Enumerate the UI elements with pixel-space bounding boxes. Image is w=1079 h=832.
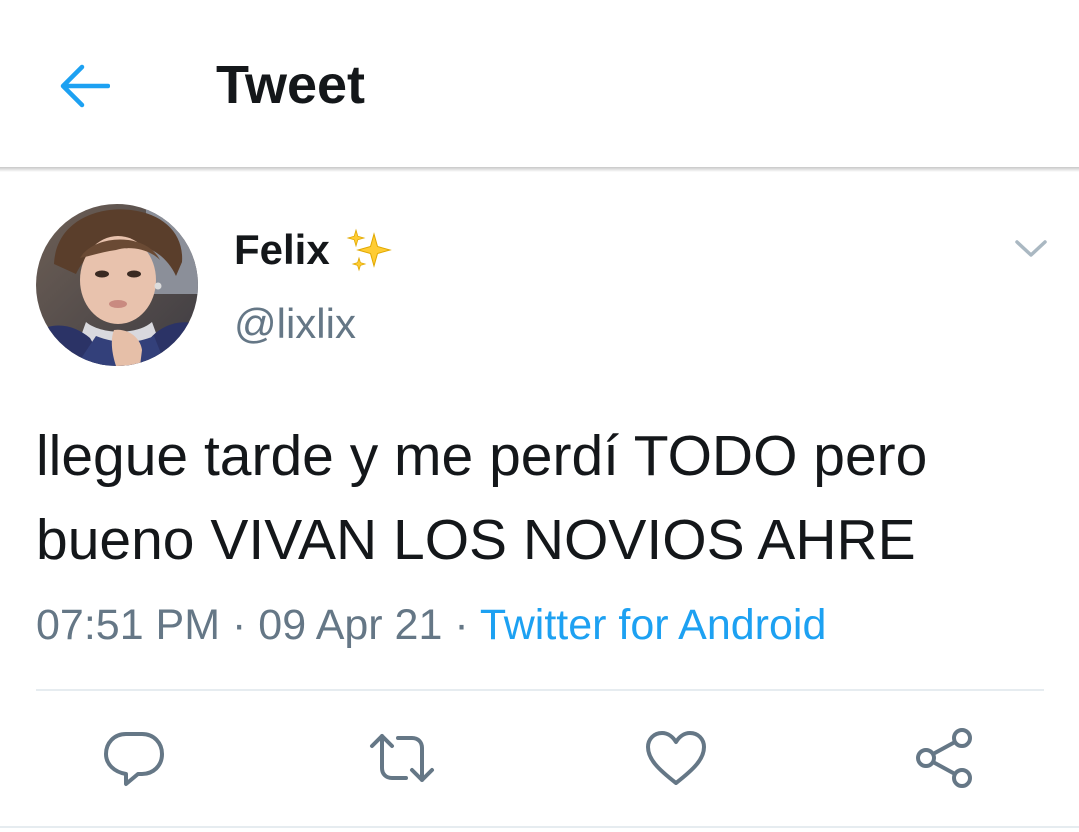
like-button[interactable]: [640, 722, 712, 794]
tweet-text-line-2: bueno VIVAN LOS NOVIOS AHRE: [36, 508, 916, 572]
like-icon: [646, 731, 706, 785]
tweet-action-bar: [0, 722, 1079, 796]
reply-icon: [104, 732, 164, 786]
back-button[interactable]: [52, 56, 116, 116]
avatar-photo: [36, 204, 198, 366]
meta-separator: ·: [232, 601, 247, 649]
share-icon: [916, 728, 972, 788]
tweet-source-link[interactable]: Twitter for Android: [480, 601, 827, 649]
avatar[interactable]: [36, 204, 198, 366]
retweet-button[interactable]: [366, 722, 438, 794]
share-button[interactable]: [908, 722, 980, 794]
tweet-time: 07:51 PM: [36, 601, 221, 649]
retweet-icon: [370, 734, 434, 782]
sparkles-icon: [346, 228, 392, 272]
top-app-bar: Tweet: [0, 0, 1079, 168]
divider: [36, 689, 1044, 691]
author-handle[interactable]: @lixlix: [234, 296, 356, 352]
meta-separator: ·: [454, 601, 469, 649]
page-title: Tweet: [216, 55, 366, 115]
chevron-down-icon: [1015, 240, 1047, 257]
tweet-date: 09 Apr 21: [258, 601, 443, 649]
author-display-name[interactable]: Felix: [234, 224, 330, 276]
arrow-left-icon: [60, 64, 110, 108]
bottom-divider: [0, 826, 1079, 828]
tweet-menu-button[interactable]: [1006, 226, 1056, 272]
tweet-text-line-1: llegue tarde y me perdí TODO pero: [36, 424, 928, 488]
header-shadow-divider: [0, 167, 1079, 172]
reply-button[interactable]: [98, 722, 170, 794]
tweet-metadata: 07:51 PM · 09 Apr 21 · Twitter for Andro…: [36, 597, 826, 653]
tweet-text: llegue tarde y me perdí TODO pero bueno V…: [36, 414, 1046, 582]
